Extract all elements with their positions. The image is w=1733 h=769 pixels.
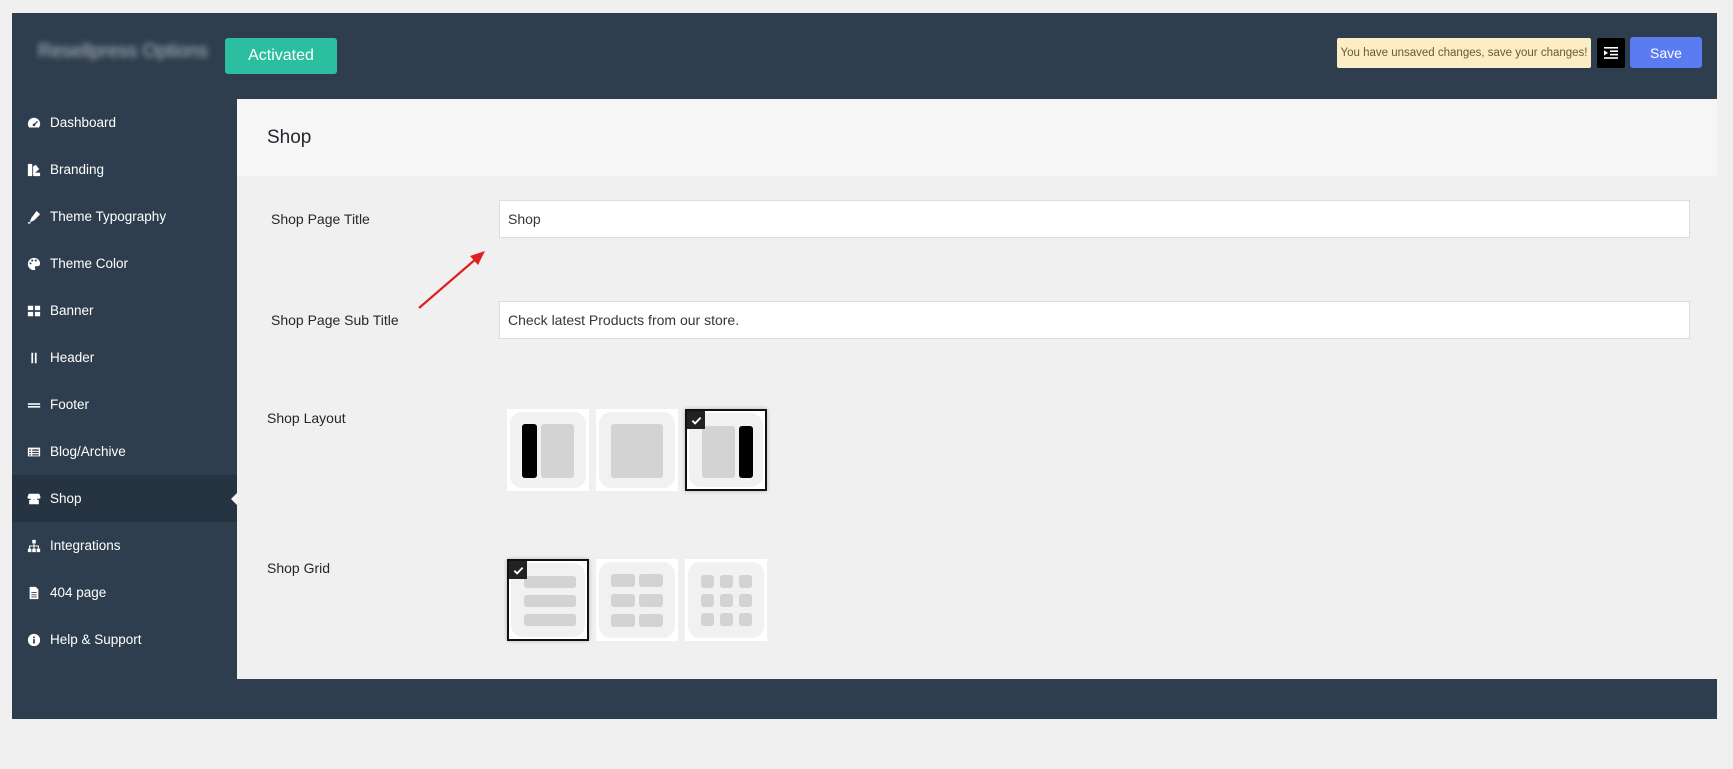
- layout-sidebar-block: [522, 424, 537, 478]
- shop-grid-label: Shop Grid: [267, 560, 331, 576]
- sidebar-item-help-support[interactable]: Help & Support: [12, 616, 237, 663]
- sidebar-item-banner[interactable]: Banner: [12, 287, 237, 334]
- sidebar-item-theme-color[interactable]: Theme Color: [12, 240, 237, 287]
- grid-cell: [524, 595, 576, 607]
- layout-content-block: [702, 426, 735, 478]
- grid-option-preview: [688, 562, 764, 638]
- layout-content-block: [611, 424, 663, 478]
- layout-option-left-sidebar[interactable]: [507, 409, 589, 491]
- grid-cell: [611, 594, 635, 607]
- activated-badge: Activated: [225, 38, 337, 74]
- store-icon: [26, 491, 42, 507]
- grid-cell: [701, 613, 714, 626]
- top-bar: Resellpress Options Activated You have u…: [12, 13, 1717, 99]
- sidebar-item-label: Help & Support: [50, 632, 142, 647]
- grid-cell: [701, 594, 714, 607]
- file-icon: [26, 585, 42, 601]
- grid-cell: [611, 614, 635, 627]
- sidebar-item-header[interactable]: Header: [12, 334, 237, 381]
- sidebar-item-label: Theme Typography: [50, 209, 167, 224]
- shop-settings-panel: Shop Shop Page Title Shop Page Sub Title…: [237, 99, 1717, 679]
- sidebar-item-footer[interactable]: Footer: [12, 381, 237, 428]
- grid-cell: [739, 613, 752, 626]
- footer-icon: [26, 397, 42, 413]
- shop-page-subtitle-input[interactable]: [499, 301, 1690, 339]
- layout-option-no-sidebar[interactable]: [596, 409, 678, 491]
- grid-cell: [701, 575, 714, 588]
- palette-icon: [26, 256, 42, 272]
- grid-cell: [639, 614, 663, 627]
- sidebar-item-label: 404 page: [50, 585, 107, 600]
- header-icon: [26, 350, 42, 366]
- grid-cell: [739, 575, 752, 588]
- unsaved-changes-notice: You have unsaved changes, save your chan…: [1337, 38, 1591, 68]
- sidebar-item-dashboard[interactable]: Dashboard: [12, 99, 237, 146]
- layout-option-right-sidebar[interactable]: [685, 409, 767, 491]
- grid-cell: [720, 613, 733, 626]
- grid-cell: [720, 594, 733, 607]
- sidebar-item-404-page[interactable]: 404 page: [12, 569, 237, 616]
- layout-option-preview: [599, 412, 675, 488]
- layout-option-preview: [510, 412, 586, 488]
- sidebar-item-label: Blog/Archive: [50, 444, 126, 459]
- grid-cell: [524, 614, 576, 626]
- sidebar-item-label: Header: [50, 350, 95, 365]
- grid-cell: [639, 594, 663, 607]
- dashboard-icon: [26, 115, 42, 131]
- check-icon: [687, 411, 705, 429]
- shop-page-title-label: Shop Page Title: [271, 211, 370, 227]
- sidebar-item-label: Banner: [50, 303, 94, 318]
- grid-option-2-column[interactable]: [596, 559, 678, 641]
- grid-option-preview: [599, 562, 675, 638]
- branding-icon: [26, 162, 42, 178]
- grid-icon: [26, 303, 42, 319]
- sidebar-item-label: Dashboard: [50, 115, 117, 130]
- grid-cell: [739, 594, 752, 607]
- expand-options-button[interactable]: [1597, 38, 1625, 68]
- sidebar-item-blog-archive[interactable]: Blog/Archive: [12, 428, 237, 475]
- section-header: Shop: [237, 99, 1717, 176]
- page-title: Shop: [267, 127, 312, 148]
- sidebar-item-label: Shop: [50, 491, 82, 506]
- layout-content-block: [541, 424, 574, 478]
- grid-cell: [720, 575, 733, 588]
- sidebar-item-label: Branding: [50, 162, 105, 177]
- sidebar-item-integrations[interactable]: Integrations: [12, 522, 237, 569]
- grid-cell: [639, 574, 663, 587]
- app-title: Resellpress Options: [38, 41, 209, 62]
- pen-icon: [26, 209, 42, 225]
- sidebar-item-label: Theme Color: [50, 256, 129, 271]
- info-icon: [26, 632, 42, 648]
- check-icon: [509, 561, 527, 579]
- list-icon: [26, 444, 42, 460]
- grid-option-1-column[interactable]: [507, 559, 589, 641]
- layout-sidebar-block: [739, 426, 753, 478]
- indent-icon: [1604, 47, 1618, 59]
- app-frame: Resellpress Options Activated You have u…: [12, 13, 1717, 719]
- shop-layout-label: Shop Layout: [267, 410, 346, 426]
- sidebar-item-shop[interactable]: Shop: [12, 475, 237, 522]
- sidebar-item-label: Footer: [50, 397, 90, 412]
- sidebar-item-label: Integrations: [50, 538, 121, 553]
- save-button[interactable]: Save: [1630, 37, 1702, 68]
- shop-page-title-input[interactable]: [499, 200, 1690, 238]
- sidebar-item-branding[interactable]: Branding: [12, 146, 237, 193]
- grid-cell: [524, 576, 576, 588]
- grid-cell: [611, 574, 635, 587]
- sitemap-icon: [26, 538, 42, 554]
- shop-page-subtitle-label: Shop Page Sub Title: [271, 312, 399, 328]
- sidebar: Dashboard Branding Theme Typography Them…: [12, 99, 237, 663]
- sidebar-item-theme-typography[interactable]: Theme Typography: [12, 193, 237, 240]
- grid-option-3-column[interactable]: [685, 559, 767, 641]
- annotation-arrow: [418, 251, 485, 309]
